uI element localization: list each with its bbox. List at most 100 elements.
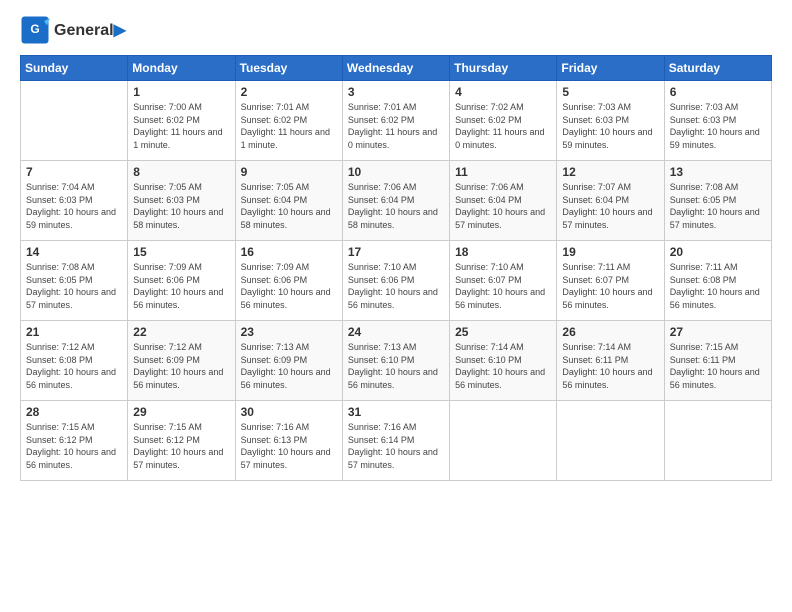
sunrise-text: Sunrise: 7:09 AM: [133, 262, 202, 272]
day-info: Sunrise: 7:08 AM Sunset: 6:05 PM Dayligh…: [670, 181, 766, 231]
weekday-header: Saturday: [664, 56, 771, 81]
day-info: Sunrise: 7:08 AM Sunset: 6:05 PM Dayligh…: [26, 261, 122, 311]
day-info: Sunrise: 7:02 AM Sunset: 6:02 PM Dayligh…: [455, 101, 551, 151]
day-number: 3: [348, 85, 444, 99]
sunrise-text: Sunrise: 7:05 AM: [241, 182, 310, 192]
sunset-text: Sunset: 6:12 PM: [133, 435, 200, 445]
daylight-text: Daylight: 10 hours and 59 minutes.: [670, 127, 760, 150]
calendar-cell: 28 Sunrise: 7:15 AM Sunset: 6:12 PM Dayl…: [21, 401, 128, 481]
day-info: Sunrise: 7:04 AM Sunset: 6:03 PM Dayligh…: [26, 181, 122, 231]
sunset-text: Sunset: 6:02 PM: [455, 115, 522, 125]
sunset-text: Sunset: 6:08 PM: [26, 355, 93, 365]
day-number: 2: [241, 85, 337, 99]
calendar-cell: 2 Sunrise: 7:01 AM Sunset: 6:02 PM Dayli…: [235, 81, 342, 161]
day-number: 6: [670, 85, 766, 99]
sunset-text: Sunset: 6:03 PM: [26, 195, 93, 205]
day-info: Sunrise: 7:16 AM Sunset: 6:13 PM Dayligh…: [241, 421, 337, 471]
daylight-text: Daylight: 10 hours and 56 minutes.: [562, 367, 652, 390]
day-info: Sunrise: 7:06 AM Sunset: 6:04 PM Dayligh…: [348, 181, 444, 231]
daylight-text: Daylight: 10 hours and 57 minutes.: [133, 447, 223, 470]
sunrise-text: Sunrise: 7:03 AM: [562, 102, 631, 112]
daylight-text: Daylight: 11 hours and 1 minute.: [133, 127, 222, 150]
sunset-text: Sunset: 6:02 PM: [133, 115, 200, 125]
sunrise-text: Sunrise: 7:10 AM: [455, 262, 524, 272]
day-info: Sunrise: 7:01 AM Sunset: 6:02 PM Dayligh…: [241, 101, 337, 151]
sunrise-text: Sunrise: 7:15 AM: [133, 422, 202, 432]
day-number: 26: [562, 325, 658, 339]
day-info: Sunrise: 7:07 AM Sunset: 6:04 PM Dayligh…: [562, 181, 658, 231]
day-number: 31: [348, 405, 444, 419]
sunrise-text: Sunrise: 7:00 AM: [133, 102, 202, 112]
day-info: Sunrise: 7:06 AM Sunset: 6:04 PM Dayligh…: [455, 181, 551, 231]
sunset-text: Sunset: 6:07 PM: [562, 275, 629, 285]
day-number: 7: [26, 165, 122, 179]
calendar-cell: 24 Sunrise: 7:13 AM Sunset: 6:10 PM Dayl…: [342, 321, 449, 401]
calendar-cell: [450, 401, 557, 481]
daylight-text: Daylight: 10 hours and 57 minutes.: [348, 447, 438, 470]
day-number: 22: [133, 325, 229, 339]
calendar-cell: 15 Sunrise: 7:09 AM Sunset: 6:06 PM Dayl…: [128, 241, 235, 321]
sunset-text: Sunset: 6:03 PM: [133, 195, 200, 205]
daylight-text: Daylight: 10 hours and 56 minutes.: [241, 367, 331, 390]
calendar-week-row: 1 Sunrise: 7:00 AM Sunset: 6:02 PM Dayli…: [21, 81, 772, 161]
logo: G General▶: [20, 15, 126, 45]
calendar-cell: 1 Sunrise: 7:00 AM Sunset: 6:02 PM Dayli…: [128, 81, 235, 161]
day-number: 19: [562, 245, 658, 259]
calendar-cell: [21, 81, 128, 161]
day-number: 15: [133, 245, 229, 259]
daylight-text: Daylight: 10 hours and 56 minutes.: [562, 287, 652, 310]
weekday-header: Thursday: [450, 56, 557, 81]
sunrise-text: Sunrise: 7:08 AM: [26, 262, 95, 272]
calendar-cell: 10 Sunrise: 7:06 AM Sunset: 6:04 PM Dayl…: [342, 161, 449, 241]
sunset-text: Sunset: 6:04 PM: [241, 195, 308, 205]
daylight-text: Daylight: 10 hours and 56 minutes.: [241, 287, 331, 310]
day-info: Sunrise: 7:10 AM Sunset: 6:07 PM Dayligh…: [455, 261, 551, 311]
calendar-cell: [664, 401, 771, 481]
sunrise-text: Sunrise: 7:15 AM: [670, 342, 739, 352]
day-number: 14: [26, 245, 122, 259]
day-info: Sunrise: 7:05 AM Sunset: 6:04 PM Dayligh…: [241, 181, 337, 231]
daylight-text: Daylight: 10 hours and 56 minutes.: [670, 287, 760, 310]
day-number: 8: [133, 165, 229, 179]
calendar-cell: 27 Sunrise: 7:15 AM Sunset: 6:11 PM Dayl…: [664, 321, 771, 401]
calendar-cell: 26 Sunrise: 7:14 AM Sunset: 6:11 PM Dayl…: [557, 321, 664, 401]
sunrise-text: Sunrise: 7:13 AM: [241, 342, 310, 352]
calendar-week-row: 14 Sunrise: 7:08 AM Sunset: 6:05 PM Dayl…: [21, 241, 772, 321]
sunrise-text: Sunrise: 7:14 AM: [455, 342, 524, 352]
daylight-text: Daylight: 11 hours and 0 minutes.: [348, 127, 437, 150]
logo-text: General▶: [54, 20, 126, 40]
daylight-text: Daylight: 10 hours and 56 minutes.: [26, 367, 116, 390]
sunset-text: Sunset: 6:03 PM: [670, 115, 737, 125]
sunrise-text: Sunrise: 7:07 AM: [562, 182, 631, 192]
calendar-page: G General▶ SundayMondayTuesdayWednesdayT…: [0, 0, 792, 612]
sunrise-text: Sunrise: 7:05 AM: [133, 182, 202, 192]
sunset-text: Sunset: 6:09 PM: [133, 355, 200, 365]
daylight-text: Daylight: 10 hours and 59 minutes.: [26, 207, 116, 230]
sunset-text: Sunset: 6:06 PM: [241, 275, 308, 285]
sunrise-text: Sunrise: 7:11 AM: [670, 262, 738, 272]
calendar-cell: 5 Sunrise: 7:03 AM Sunset: 6:03 PM Dayli…: [557, 81, 664, 161]
calendar-cell: 19 Sunrise: 7:11 AM Sunset: 6:07 PM Dayl…: [557, 241, 664, 321]
day-number: 1: [133, 85, 229, 99]
calendar-cell: 31 Sunrise: 7:16 AM Sunset: 6:14 PM Dayl…: [342, 401, 449, 481]
sunrise-text: Sunrise: 7:12 AM: [133, 342, 202, 352]
weekday-header: Friday: [557, 56, 664, 81]
calendar-table: SundayMondayTuesdayWednesdayThursdayFrid…: [20, 55, 772, 481]
day-number: 5: [562, 85, 658, 99]
day-info: Sunrise: 7:11 AM Sunset: 6:07 PM Dayligh…: [562, 261, 658, 311]
day-number: 21: [26, 325, 122, 339]
day-info: Sunrise: 7:14 AM Sunset: 6:11 PM Dayligh…: [562, 341, 658, 391]
sunset-text: Sunset: 6:06 PM: [133, 275, 200, 285]
daylight-text: Daylight: 10 hours and 56 minutes.: [26, 447, 116, 470]
day-info: Sunrise: 7:13 AM Sunset: 6:10 PM Dayligh…: [348, 341, 444, 391]
day-number: 17: [348, 245, 444, 259]
sunset-text: Sunset: 6:14 PM: [348, 435, 415, 445]
daylight-text: Daylight: 11 hours and 1 minute.: [241, 127, 330, 150]
sunset-text: Sunset: 6:11 PM: [670, 355, 736, 365]
calendar-cell: 22 Sunrise: 7:12 AM Sunset: 6:09 PM Dayl…: [128, 321, 235, 401]
sunset-text: Sunset: 6:02 PM: [348, 115, 415, 125]
sunrise-text: Sunrise: 7:10 AM: [348, 262, 417, 272]
calendar-cell: 16 Sunrise: 7:09 AM Sunset: 6:06 PM Dayl…: [235, 241, 342, 321]
calendar-cell: 11 Sunrise: 7:06 AM Sunset: 6:04 PM Dayl…: [450, 161, 557, 241]
calendar-cell: 12 Sunrise: 7:07 AM Sunset: 6:04 PM Dayl…: [557, 161, 664, 241]
